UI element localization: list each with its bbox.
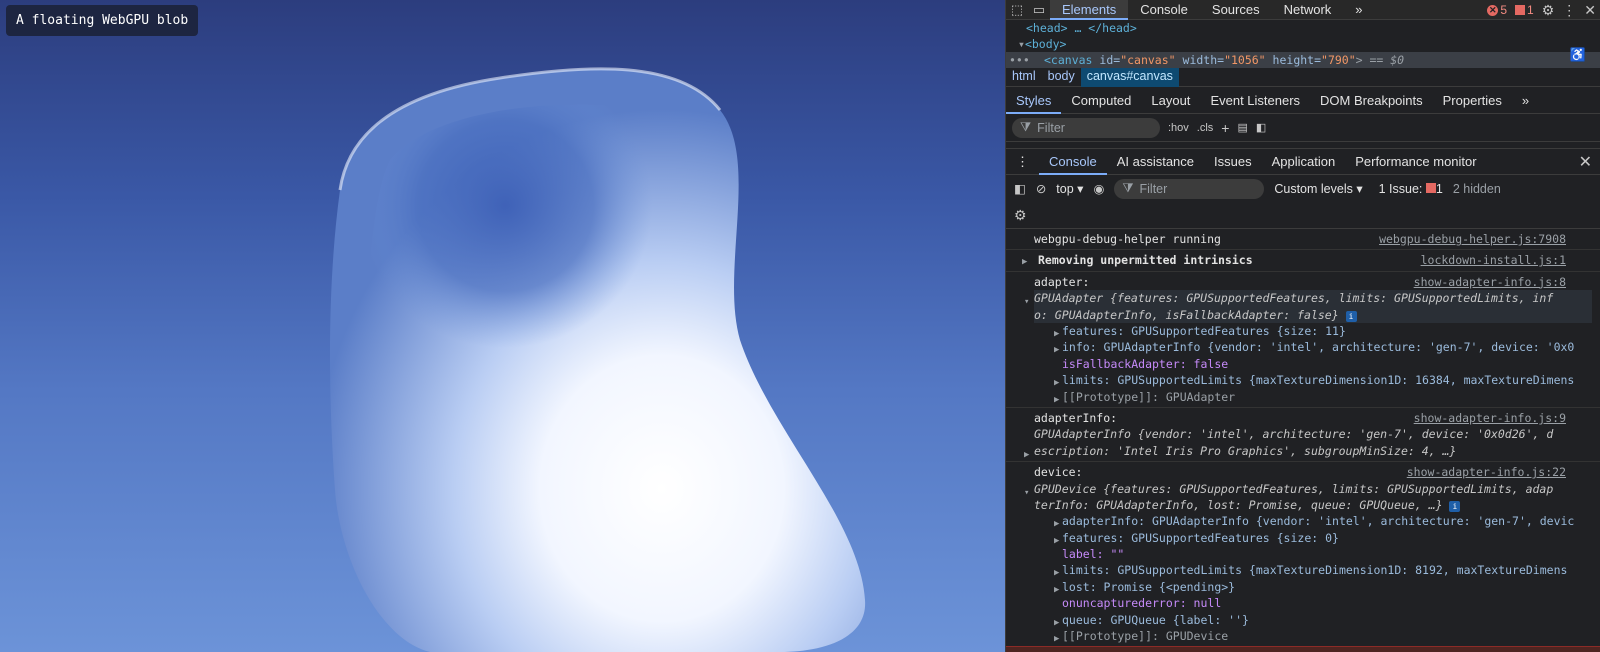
drawer-tab-performance-monitor[interactable]: Performance monitor bbox=[1345, 148, 1486, 175]
issue-flag-icon bbox=[1515, 5, 1526, 15]
dom-ellipsis-icon[interactable]: ••• bbox=[1009, 52, 1030, 68]
more-subtabs-icon[interactable]: » bbox=[1512, 87, 1539, 114]
subtab-computed[interactable]: Computed bbox=[1061, 87, 1141, 114]
styles-filter-row: ⧩ Filter :hov .cls + ▤ ◧ bbox=[1006, 114, 1600, 142]
page-label: A floating WebGPU blob bbox=[6, 5, 199, 36]
filter-icon: ⧩ bbox=[1122, 181, 1134, 195]
styles-filter-input[interactable]: ⧩ Filter bbox=[1012, 117, 1160, 138]
console-settings-row: ⚙ bbox=[1006, 202, 1600, 229]
drawer-tab-ai-assistance[interactable]: AI assistance bbox=[1107, 148, 1204, 175]
drawer-menu-icon[interactable]: ⋮ bbox=[1006, 148, 1039, 175]
issue-flag-icon bbox=[1425, 182, 1436, 193]
expand-triangle-icon[interactable]: ▶ bbox=[1024, 447, 1029, 461]
tab-network[interactable]: Network bbox=[1272, 0, 1344, 20]
crumb-html[interactable]: html bbox=[1006, 65, 1042, 87]
kebab-menu-icon[interactable]: ⋮ bbox=[1562, 2, 1576, 19]
clear-console-icon[interactable]: ⊘ bbox=[1036, 181, 1046, 196]
log-message-device: device: show-adapter-info.js:22 ▾ GPUDevi… bbox=[1006, 462, 1600, 648]
subtab-styles[interactable]: Styles bbox=[1006, 87, 1062, 114]
dom-head-line[interactable]: <head> … </head> bbox=[1006, 20, 1600, 36]
tab-console[interactable]: Console bbox=[1128, 0, 1200, 20]
breadcrumb: html body canvas#canvas bbox=[1006, 65, 1600, 87]
new-rule-icon[interactable]: + bbox=[1221, 120, 1229, 136]
log-message-adapter-info: adapterInfo: show-adapter-info.js:9 GPUA… bbox=[1006, 408, 1600, 463]
sidebar-icon[interactable]: ◧ bbox=[1014, 181, 1026, 196]
expand-triangle-icon[interactable]: ▶ bbox=[1054, 392, 1059, 407]
close-drawer-icon[interactable]: ✕ bbox=[1579, 152, 1592, 172]
drawer-tab-console[interactable]: Console bbox=[1039, 148, 1107, 175]
expand-triangle-icon[interactable]: ▶ bbox=[1054, 631, 1059, 646]
console-settings-gear-icon[interactable]: ⚙ bbox=[1014, 207, 1027, 224]
info-icon[interactable]: i bbox=[1345, 310, 1357, 322]
devtools-topbar: ⬚ ▭ Elements Console Sources Network » ✕… bbox=[1006, 0, 1600, 20]
dom-body-line[interactable]: ▾<body> bbox=[1006, 36, 1600, 52]
expand-triangle-icon[interactable]: ▾ bbox=[1018, 37, 1025, 51]
source-link[interactable]: show-adapter-info.js:22 bbox=[1400, 464, 1566, 481]
drawer-tab-issues[interactable]: Issues bbox=[1204, 148, 1262, 175]
issues-link[interactable]: 1 Issue: 1 bbox=[1379, 182, 1443, 196]
close-devtools-icon[interactable]: ✕ bbox=[1584, 2, 1596, 19]
sidebar-toggle-icon[interactable]: ◧ bbox=[1256, 121, 1266, 134]
subtab-event-listeners[interactable]: Event Listeners bbox=[1200, 87, 1310, 114]
hov-button[interactable]: :hov bbox=[1168, 122, 1189, 134]
styles-subtabs: Styles Computed Layout Event Listeners D… bbox=[1006, 87, 1600, 114]
log-message-adapter: adapter: show-adapter-info.js:8 ▾ GPUAdap… bbox=[1006, 272, 1600, 408]
source-link[interactable]: show-adapter-info.js:8 bbox=[1407, 273, 1566, 291]
crumb-body[interactable]: body bbox=[1042, 65, 1081, 87]
live-expression-eye-icon[interactable]: ◉ bbox=[1093, 181, 1104, 196]
inspect-element-icon[interactable]: ⬚ bbox=[1006, 0, 1028, 20]
log-message: webgpu-debug-helper running webgpu-debug… bbox=[1006, 229, 1600, 251]
collapse-triangle-icon[interactable]: ▾ bbox=[1024, 294, 1029, 310]
source-link[interactable]: lockdown-install.js:1 bbox=[1414, 252, 1566, 269]
cls-button[interactable]: .cls bbox=[1197, 122, 1214, 134]
issue-count-badge[interactable]: 1 bbox=[1515, 3, 1534, 17]
collapse-triangle-icon[interactable]: ▾ bbox=[1024, 485, 1029, 501]
console-filter-input[interactable]: ⧩ Filter bbox=[1114, 178, 1265, 199]
log-message: ▶ Removing unpermitted intrinsics lockdo… bbox=[1006, 250, 1600, 272]
hidden-count: 2 hidden bbox=[1452, 181, 1501, 196]
drawer-tab-application[interactable]: Application bbox=[1262, 148, 1346, 175]
subtab-layout[interactable]: Layout bbox=[1141, 87, 1200, 114]
error-icon: ✕ bbox=[1487, 4, 1499, 16]
dom-tree: <head> … </head> ▾<body> ••• <canvas id=… bbox=[1006, 20, 1600, 68]
error-message-strip bbox=[1006, 646, 1600, 652]
settings-gear-icon[interactable]: ⚙ bbox=[1542, 2, 1555, 19]
webgpu-page: A floating WebGPU blob bbox=[0, 0, 1005, 652]
subtab-properties[interactable]: Properties bbox=[1433, 87, 1512, 114]
accessibility-icon[interactable]: ♿ bbox=[1570, 47, 1586, 63]
crumb-canvas[interactable]: canvas#canvas bbox=[1080, 65, 1179, 87]
tab-elements[interactable]: Elements bbox=[1050, 0, 1129, 20]
expand-triangle-icon[interactable]: ▶ bbox=[1022, 254, 1027, 270]
context-selector[interactable]: top ▾ bbox=[1056, 181, 1083, 196]
filter-icon: ⧩ bbox=[1020, 120, 1032, 134]
info-icon[interactable]: i bbox=[1449, 500, 1461, 512]
devtools-panel: ⬚ ▭ Elements Console Sources Network » ✕… bbox=[1005, 0, 1600, 652]
source-link[interactable]: show-adapter-info.js:9 bbox=[1407, 409, 1566, 427]
dom-canvas-line[interactable]: ••• <canvas id="canvas" width="1056" hei… bbox=[1006, 52, 1600, 68]
console-log: webgpu-debug-helper running webgpu-debug… bbox=[1006, 229, 1600, 648]
tab-sources[interactable]: Sources bbox=[1200, 0, 1272, 20]
webgpu-canvas[interactable] bbox=[0, 0, 1005, 652]
device-toolbar-icon[interactable]: ▭ bbox=[1028, 0, 1050, 20]
drawer-tabs: ⋮ Console AI assistance Issues Applicati… bbox=[1006, 148, 1600, 175]
console-toolbar: ◧ ⊘ top ▾ ◉ ⧩ Filter Custom levels ▾ 1 Is… bbox=[1006, 175, 1600, 202]
source-link[interactable]: webgpu-debug-helper.js:7908 bbox=[1373, 231, 1566, 248]
more-tabs-icon[interactable]: » bbox=[1343, 0, 1374, 20]
error-count-badge[interactable]: ✕ 5 bbox=[1487, 3, 1507, 17]
subtab-dom-breakpoints[interactable]: DOM Breakpoints bbox=[1310, 87, 1433, 114]
paint-icon[interactable]: ▤ bbox=[1237, 121, 1247, 134]
log-levels-dropdown[interactable]: Custom levels ▾ bbox=[1274, 181, 1362, 196]
